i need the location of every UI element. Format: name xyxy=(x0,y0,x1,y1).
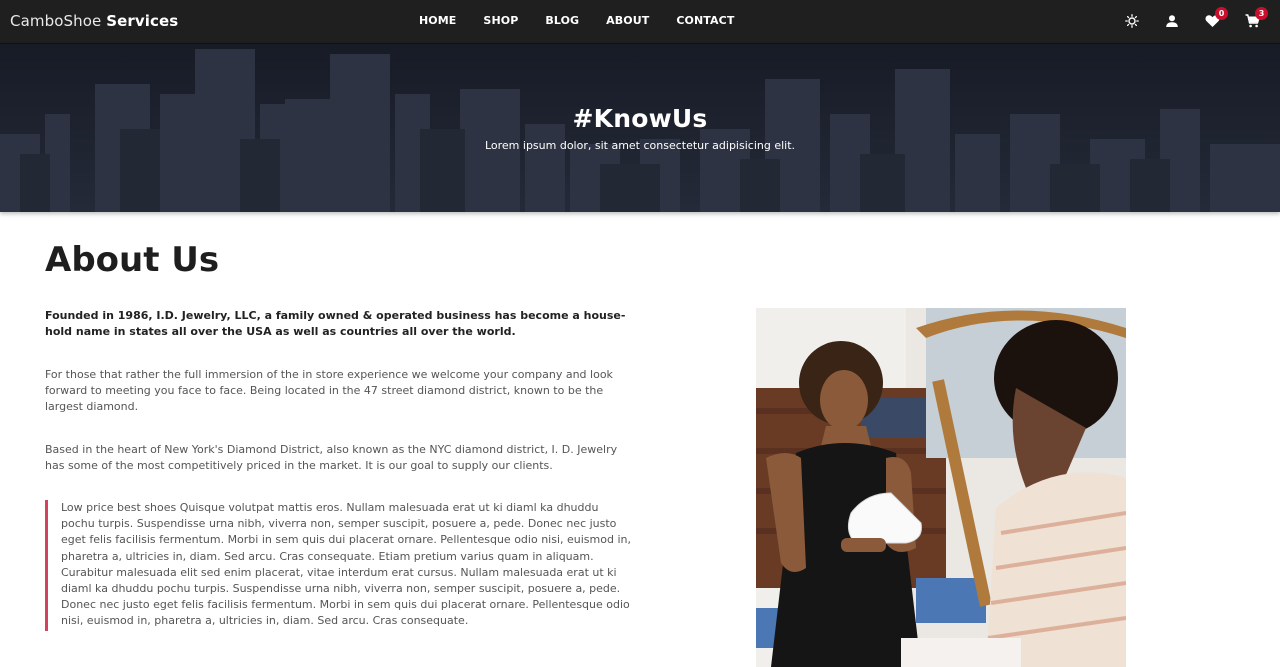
main-nav: HOME SHOP BLOG ABOUT CONTACT xyxy=(419,14,761,27)
about-blockquote: Low price best shoes Quisque volutpat ma… xyxy=(45,500,635,631)
hero-title: #KnowUs xyxy=(572,104,708,133)
about-paragraph: Based in the heart of New York's Diamond… xyxy=(45,443,618,472)
wishlist-heart-icon[interactable]: 0 xyxy=(1202,7,1228,31)
nav-home[interactable]: HOME xyxy=(419,14,456,27)
hero-banner: #KnowUs Lorem ipsum dolor, sit amet cons… xyxy=(0,44,1280,212)
nav-blog[interactable]: BLOG xyxy=(545,14,579,27)
brand-logo[interactable]: CamboShoe Services xyxy=(10,12,178,30)
nav-shop[interactable]: SHOP xyxy=(483,14,518,27)
about-intro: Founded in 1986, I.D. Jewelry, LLC, a fa… xyxy=(45,309,626,338)
wishlist-count-badge: 0 xyxy=(1215,7,1228,20)
brand-name: CamboShoe xyxy=(10,12,102,30)
top-navbar: CamboShoe Services HOME SHOP BLOG ABOUT … xyxy=(0,0,1280,44)
nav-icons: 0 3 xyxy=(1102,7,1268,31)
nav-about[interactable]: ABOUT xyxy=(606,14,649,27)
cart-icon[interactable]: 3 xyxy=(1242,7,1268,31)
cart-count-badge: 3 xyxy=(1255,7,1268,20)
about-photo xyxy=(756,308,1126,667)
brand-suffix: Services xyxy=(106,12,179,30)
about-paragraph: For those that rather the full immersion… xyxy=(45,368,613,413)
theme-toggle-icon[interactable] xyxy=(1122,11,1142,31)
about-title: About Us xyxy=(45,240,220,280)
hero-subtitle: Lorem ipsum dolor, sit amet consectetur … xyxy=(484,139,796,152)
nav-contact[interactable]: CONTACT xyxy=(676,14,734,27)
user-icon[interactable] xyxy=(1162,11,1182,31)
